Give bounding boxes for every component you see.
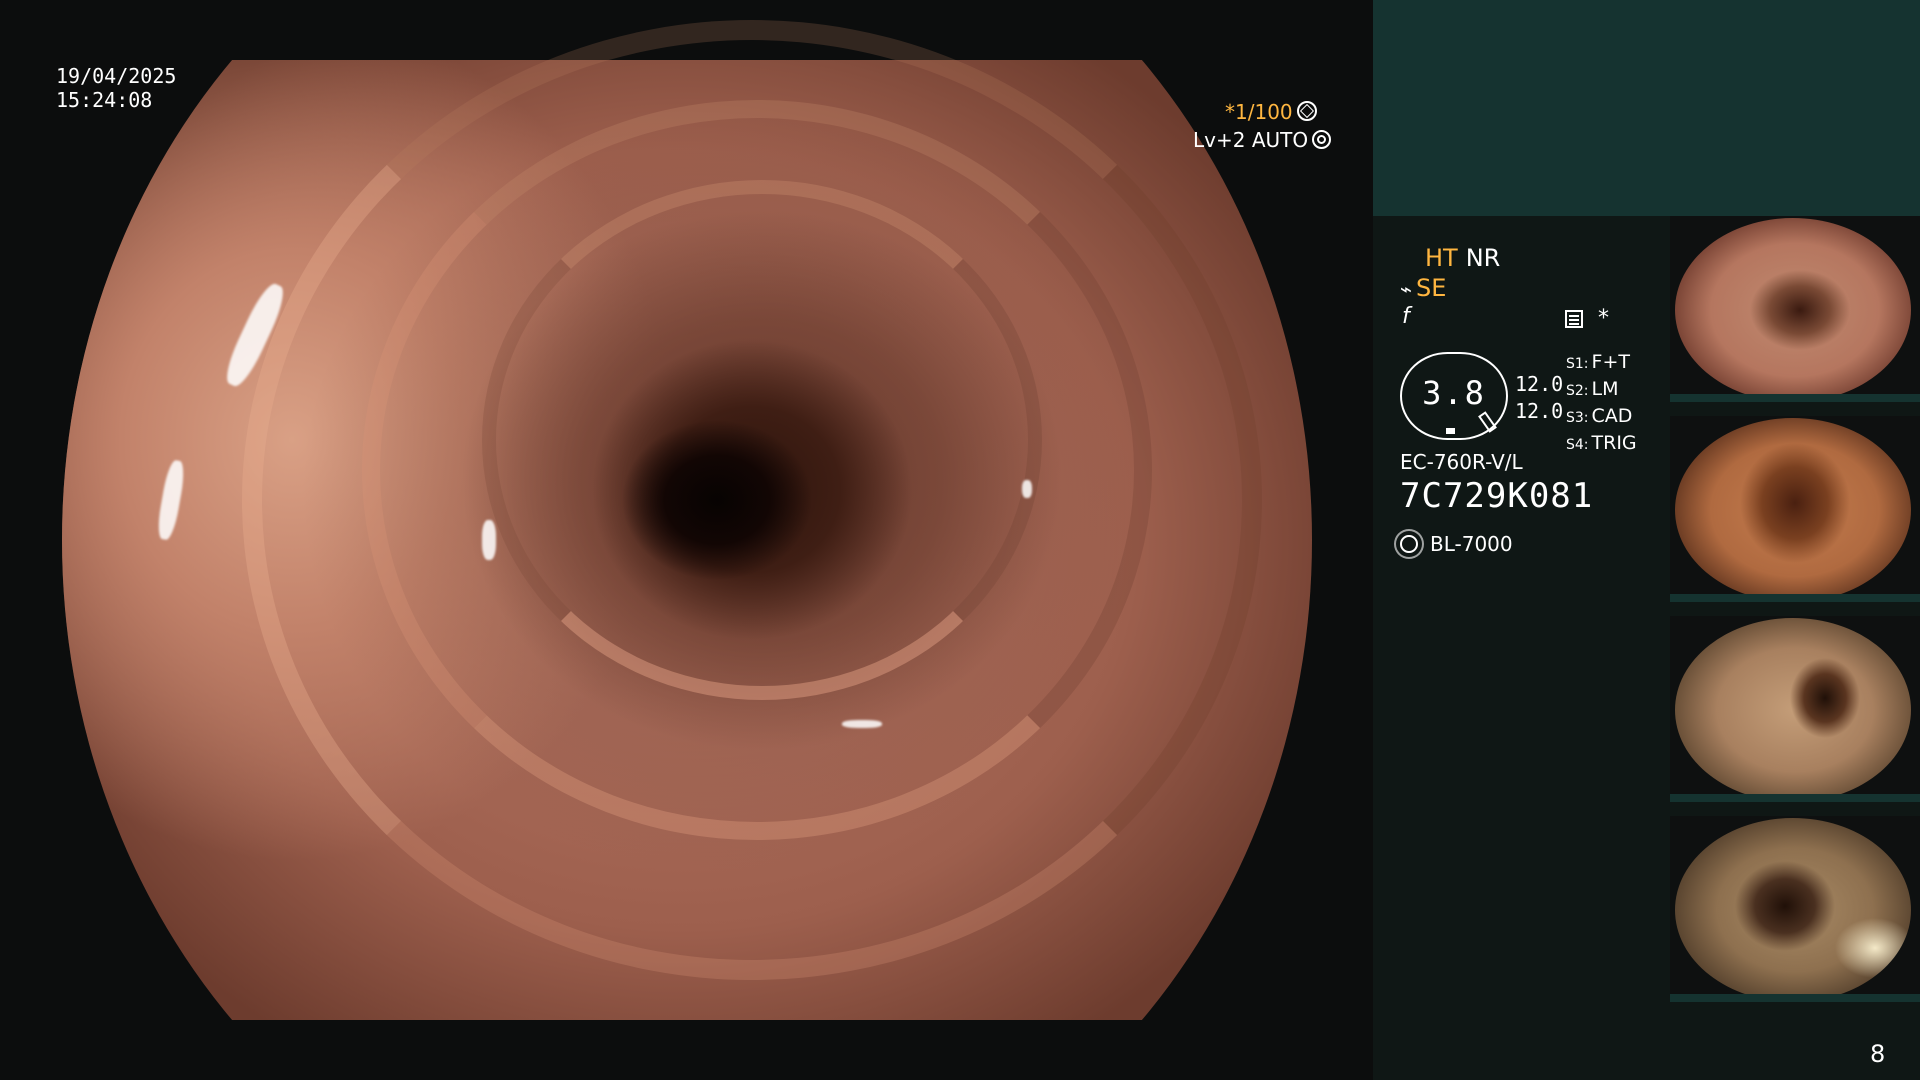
page-number: 8 [1870,1040,1886,1068]
scope-switch-item: S2: LM [1566,377,1637,404]
thumbnail-image [1675,218,1911,402]
scope-switch-item: S4: TRIG [1566,431,1637,458]
switch-key: S3: [1566,410,1589,426]
light-source-icon [1400,535,1418,553]
capture-thumbnail[interactable] [1670,816,1920,1002]
f-icon: f [1402,304,1410,329]
endoscopy-image [62,20,1312,1020]
capture-date: 19/04/2025 [56,64,177,88]
switch-value: CAD [1591,405,1633,427]
shutter-speed-label: *1/100 [1225,100,1293,124]
capture-thumbnail[interactable] [1670,216,1920,402]
switch-value: F+T [1591,351,1630,373]
ht-nr-row: HT NR [1400,244,1500,272]
light-source-label: BL-7000 [1430,532,1513,556]
switch-value: LM [1591,378,1619,400]
gauge-top-value: 12.0 [1515,372,1564,396]
switch-key: S2: [1566,383,1589,399]
specular-highlight [482,520,496,560]
se-row: ⌁ SE [1400,274,1446,302]
scope-switch-list: S1: F+T S2: LM S3: CAD S4: TRIG [1566,350,1637,458]
scope-switch-item: S3: CAD [1566,404,1637,431]
gauge-value: 3.8 [1422,374,1486,412]
shutter-icon [1296,101,1317,121]
thumbnail-bar [1670,594,1920,602]
thumbnail-image [1675,818,1911,1002]
light-source: BL-7000 [1400,532,1513,556]
scope-serial: 7C729K081 [1400,476,1594,516]
thumbnail-image [1675,418,1911,602]
gauge-mark [1446,428,1455,434]
specular-highlight [155,459,187,541]
thumbnail-bar [1670,394,1920,402]
ht-label: HT [1425,244,1458,272]
thumbnail-image [1675,618,1911,802]
scope-switch-item: S1: F+T [1566,350,1637,377]
specular-highlight [1022,480,1032,498]
side-panel-header [1373,0,1920,216]
pen-icon [1478,411,1497,433]
gauge: 3.8 [1400,352,1508,440]
switch-key: S1: [1566,356,1589,372]
exposure-level: Lv+2 AUTO [1193,128,1332,152]
se-label: SE [1416,274,1447,302]
gauge-bottom-value: 12.0 [1515,399,1564,423]
specular-highlight [842,720,882,728]
capture-thumbnail[interactable] [1670,416,1920,602]
thumbnail-bar [1670,794,1920,802]
auto-icon [1312,130,1332,149]
menu-icon [1565,310,1583,328]
switch-key: S4: [1566,437,1589,453]
capture-thumbnail[interactable] [1670,616,1920,802]
endoscopy-main-view: 19/04/2025 15:24:08 *1/100 Lv+2 AUTO [0,0,1373,1080]
nr-label: NR [1465,244,1501,272]
capture-time: 15:24:08 [56,88,153,112]
switch-value: TRIG [1591,432,1637,454]
scope-icon: ⌁ [1400,277,1413,301]
scope-model: EC-760R-V/L [1400,450,1523,474]
shutter-speed: *1/100 [1225,100,1373,124]
exposure-level-label: Lv+2 AUTO [1193,128,1309,152]
star-indicator: * [1598,306,1609,331]
thumbnail-bar [1670,994,1920,1002]
mucosal-fold [482,180,1042,700]
